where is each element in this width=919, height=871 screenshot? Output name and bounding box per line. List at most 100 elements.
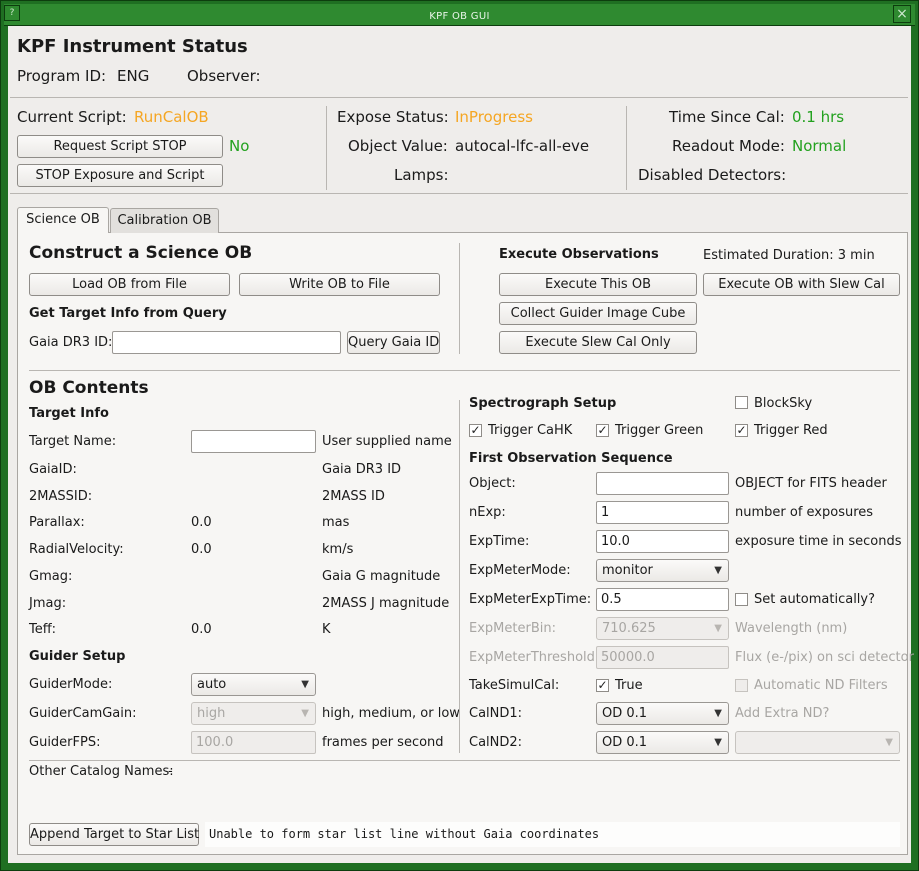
target-name-hint: User supplied name — [322, 434, 452, 449]
observer-label: Observer: — [187, 67, 261, 85]
trigger-cahk-checkbox[interactable]: ✓ — [469, 424, 482, 437]
chevron-down-icon: ▼ — [301, 679, 309, 690]
request-script-stop-button[interactable]: Request Script STOP — [17, 135, 223, 158]
radial-velocity-hint: km/s — [322, 542, 354, 557]
expmeter-mode-label: ExpMeterMode: — [469, 563, 571, 578]
execute-slew-cal-button[interactable]: Execute OB with Slew Cal — [703, 273, 900, 296]
time-since-cal-value: 0.1 hrs — [792, 108, 845, 126]
expose-status-value: InProgress — [455, 108, 533, 126]
set-automatically-checkbox[interactable] — [735, 593, 748, 606]
query-heading: Get Target Info from Query — [29, 306, 227, 321]
star-list-message-box: Unable to form star list line without Ga… — [205, 822, 900, 847]
expmeter-mode-select[interactable]: monitor ▼ — [596, 559, 729, 582]
guider-setup-heading: Guider Setup — [29, 649, 126, 664]
chevron-down-icon: ▼ — [301, 708, 309, 719]
guider-gain-label: GuiderCamGain: — [29, 706, 137, 721]
nexp-label: nExp: — [469, 505, 506, 520]
expose-status-label: Expose Status: — [337, 108, 449, 126]
divider — [10, 193, 908, 194]
expmeter-bin-hint: Wavelength (nm) — [735, 621, 848, 636]
spectrograph-setup-heading: Spectrograph Setup — [469, 396, 617, 411]
calnd1-select[interactable]: OD 0.1 ▼ — [596, 702, 729, 725]
collect-guider-cube-button[interactable]: Collect Guider Image Cube — [499, 302, 697, 325]
estimated-duration: Estimated Duration: 3 min — [703, 248, 875, 263]
teff-label: Teff: — [29, 622, 57, 637]
trigger-red-label: Trigger Red — [754, 423, 828, 438]
target-name-input[interactable] — [191, 430, 316, 453]
append-star-list-button[interactable]: Append Target to Star List — [29, 823, 199, 846]
tab-calibration-ob[interactable]: Calibration OB — [110, 208, 219, 233]
calnd2-select[interactable]: OD 0.1 ▼ — [596, 731, 729, 754]
current-script-value: RunCalOB — [134, 108, 209, 126]
window-title: KPF OB GUI — [429, 11, 490, 22]
gaia-id-row-hint: Gaia DR3 ID — [322, 462, 402, 477]
execute-ob-button[interactable]: Execute This OB — [499, 273, 697, 296]
program-id-value: ENG — [117, 67, 150, 85]
object-input[interactable] — [596, 472, 729, 495]
readout-mode-value: Normal — [792, 137, 847, 155]
guider-fps-input: 100.0 — [191, 731, 316, 754]
chevron-down-icon: ▼ — [714, 565, 722, 576]
divider — [459, 400, 460, 753]
calnd2-value: OD 0.1 — [602, 735, 648, 750]
load-ob-button[interactable]: Load OB from File — [29, 273, 230, 296]
divider — [29, 370, 900, 371]
disabled-detectors-label: Disabled Detectors: — [638, 166, 787, 184]
construct-heading: Construct a Science OB — [29, 243, 253, 263]
object-value-label: Object Value: — [348, 137, 448, 155]
program-id-label: Program ID: — [17, 67, 107, 85]
ob-contents-heading: OB Contents — [29, 378, 149, 398]
guider-gain-select: high ▼ — [191, 702, 316, 725]
expmeter-mode-value: monitor — [602, 563, 653, 578]
take-simul-cal-value: True — [615, 678, 643, 693]
add-extra-nd-label: Add Extra ND? — [735, 706, 830, 721]
exptime-hint: exposure time in seconds — [735, 534, 902, 549]
twomass-id-hint: 2MASS ID — [322, 489, 385, 504]
first-sequence-heading: First Observation Sequence — [469, 451, 673, 466]
blocksky-checkbox[interactable] — [735, 396, 748, 409]
exptime-input[interactable]: 10.0 — [596, 530, 729, 553]
nexp-input[interactable]: 1 — [596, 501, 729, 524]
trigger-cahk-label: Trigger CaHK — [488, 423, 573, 438]
exptime-label: ExpTime: — [469, 534, 530, 549]
expmeter-threshold-hint: Flux (e-/pix) on sci detector — [735, 650, 914, 665]
calnd1-value: OD 0.1 — [602, 706, 648, 721]
radial-velocity-label: RadialVelocity: — [29, 542, 124, 557]
nexp-hint: number of exposures — [735, 505, 874, 520]
trigger-red-checkbox[interactable]: ✓ — [735, 424, 748, 437]
expmeter-exptime-input[interactable]: 0.5 — [596, 588, 729, 611]
guider-mode-select[interactable]: auto ▼ — [191, 673, 316, 696]
window-menu-icon[interactable]: ? — [4, 5, 20, 21]
calnd1-label: CalND1: — [469, 706, 523, 721]
chevron-down-icon: ▼ — [714, 623, 722, 634]
divider — [459, 243, 460, 354]
target-name-label: Target Name: — [29, 434, 117, 449]
close-icon[interactable]: × — [893, 5, 911, 23]
write-ob-button[interactable]: Write OB to File — [239, 273, 440, 296]
current-script-label: Current Script: — [17, 108, 127, 126]
gaia-id-input[interactable] — [112, 331, 341, 354]
trigger-green-checkbox[interactable]: ✓ — [596, 424, 609, 437]
object-value: autocal-lfc-all-eve — [455, 137, 590, 155]
take-simul-cal-label: TakeSimulCal: — [469, 678, 560, 693]
blocksky-label: BlockSky — [754, 396, 813, 411]
guider-gain-value: high — [197, 706, 226, 721]
take-simul-cal-checkbox[interactable]: ✓ — [596, 679, 609, 692]
other-catalog-names-label: Other Catalog Names: — [29, 764, 174, 779]
title-bar[interactable]: KPF OB GUI — [4, 4, 915, 26]
parallax-value: 0.0 — [191, 515, 212, 530]
expmeter-threshold-input: 50000.0 — [596, 646, 729, 669]
twomass-id-label: 2MASSID: — [29, 489, 93, 504]
stop-exposure-button[interactable]: STOP Exposure and Script — [17, 164, 223, 187]
execute-slew-only-button[interactable]: Execute Slew Cal Only — [499, 331, 697, 354]
parallax-hint: mas — [322, 515, 350, 530]
expmeter-bin-value: 710.625 — [602, 621, 656, 636]
gmag-label: Gmag: — [29, 569, 73, 584]
teff-hint: K — [322, 622, 331, 637]
guider-fps-hint: frames per second — [322, 735, 444, 750]
query-gaia-button[interactable]: Query Gaia ID — [347, 331, 440, 354]
divider — [10, 97, 908, 98]
expmeter-bin-select: 710.625 ▼ — [596, 617, 729, 640]
tab-science-ob[interactable]: Science OB — [17, 207, 109, 233]
gmag-hint: Gaia G magnitude — [322, 569, 441, 584]
